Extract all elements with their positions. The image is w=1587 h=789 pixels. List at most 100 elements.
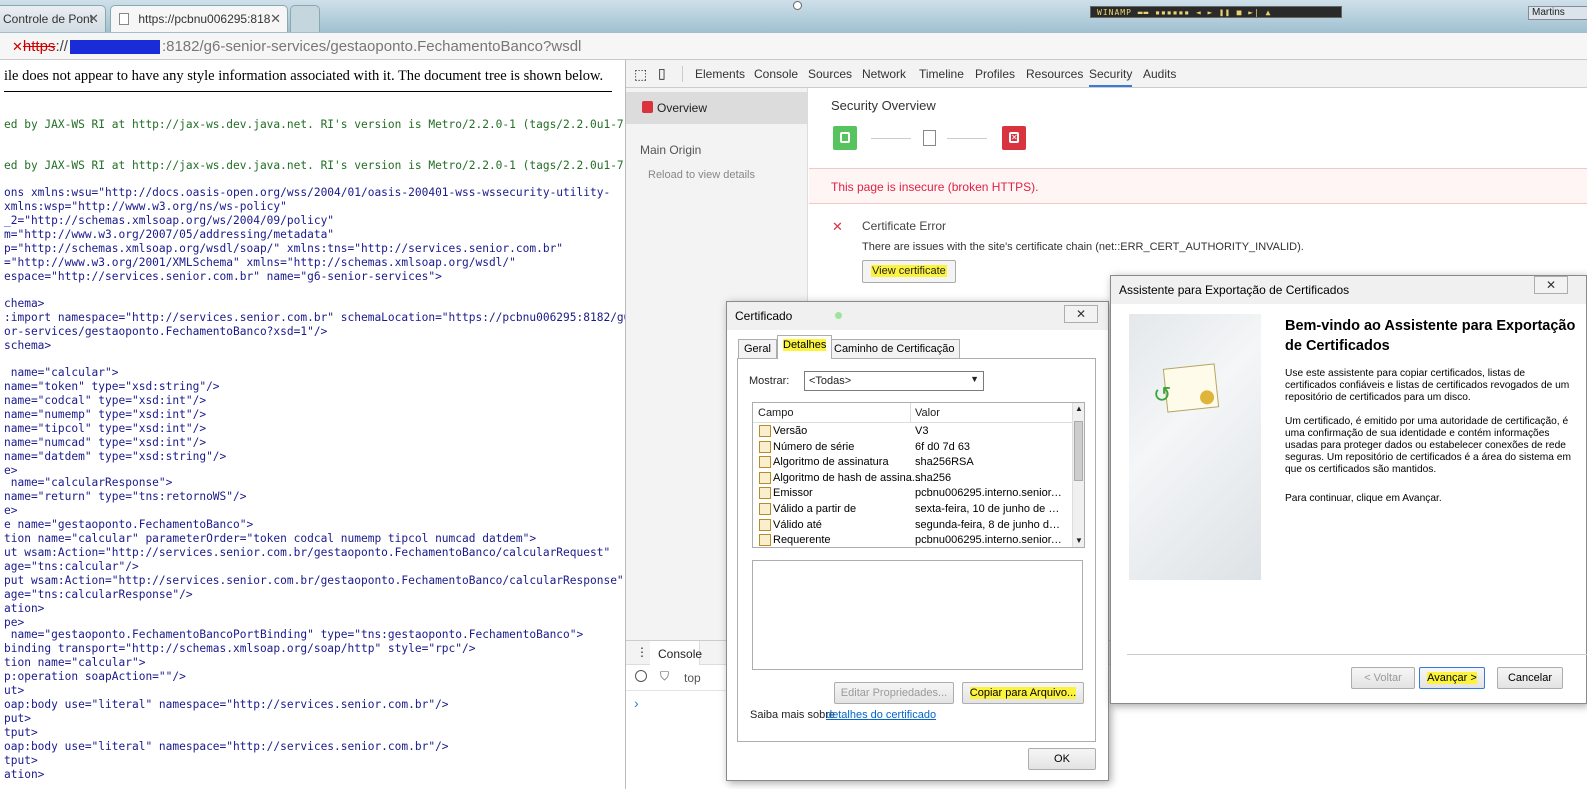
tab-current[interactable]: https://pcbnu006295:818 ✕ (110, 5, 288, 32)
page-icon (119, 13, 129, 25)
tab-detalhes[interactable]: Detalhes (777, 335, 833, 359)
field-name: Algoritmo de assinatura (773, 456, 889, 469)
tab-title: Controle de Pont (3, 12, 94, 26)
table-row[interactable]: Emissor pcbnu006295.interno.senior.c... (753, 487, 1072, 503)
field-name: Emissor (773, 487, 813, 500)
table-row[interactable]: Algoritmo de assinatura sha256RSA (753, 456, 1072, 472)
wizard-side-image: ↺ (1129, 314, 1261, 580)
tab-elements[interactable]: Elements (695, 67, 745, 81)
xml-line: e> (4, 504, 18, 517)
wizard-title: Assistente para Exportação de Certificad… (1119, 283, 1350, 297)
field-value: pcbnu006295.interno.senior.c... (915, 534, 1063, 547)
xml-line: ed by JAX-WS RI at http://jax-ws.dev.jav… (4, 159, 625, 172)
view-certificate-button[interactable]: View certificate (862, 260, 956, 283)
scrollbar[interactable]: ▲ ▼ (1072, 403, 1084, 547)
tab-resources[interactable]: Resources (1026, 67, 1083, 81)
url-scheme: https (22, 38, 56, 55)
xml-line: :import namespace="http://services.senio… (4, 311, 625, 324)
xml-line: schema> (4, 339, 52, 352)
lock-broken-icon (642, 101, 653, 113)
xml-line: name="codcal" type="xsd:int"/> (4, 394, 207, 407)
table-row[interactable]: Válido a partir de sexta-feira, 10 de jun… (753, 503, 1072, 519)
table-row[interactable]: Versão V3 (753, 425, 1072, 441)
tab-controle-de-ponto[interactable]: Controle de Pont ✕ (0, 5, 106, 32)
more-icon[interactable]: ⋮ (636, 645, 648, 659)
error-icon: ✕ (832, 219, 843, 234)
drag-handle (793, 1, 802, 10)
xml-line: tput> (4, 754, 38, 767)
table-row[interactable]: Algoritmo de hash de assina... sha256 (753, 472, 1072, 488)
fields-table[interactable]: Campo Valor Versão V3 Número de série 6f d0… (752, 402, 1085, 548)
show-select[interactable]: <Todas> ▼ (804, 371, 984, 391)
user-label: Martins (1528, 6, 1587, 20)
xml-line: ation> (4, 768, 45, 781)
inspect-icon[interactable]: ⬚ (634, 66, 647, 83)
page-title: Security Overview (831, 98, 936, 113)
scroll-down-icon[interactable]: ▼ (1075, 536, 1083, 545)
field-value: 6f d0 7d 63 (915, 440, 971, 453)
button-label: Avançar > (1427, 672, 1477, 684)
xml-line: name="tipcol" type="xsd:int"/> (4, 422, 207, 435)
clear-console-icon[interactable] (635, 670, 647, 682)
sidebar-item-overview[interactable]: Overview (626, 92, 808, 124)
tab-audits[interactable]: Audits (1143, 67, 1176, 81)
close-icon[interactable]: ✕ (88, 11, 99, 27)
url-field[interactable]: ✕https:// :8182/g6-senior-services/gestao… (12, 36, 581, 57)
tab-caminho[interactable]: Caminho de Certificação (828, 339, 961, 359)
close-button[interactable]: ✕ (1534, 276, 1568, 294)
tab-geral[interactable]: Geral (738, 339, 777, 359)
close-button[interactable]: ✕ (1064, 305, 1098, 323)
tab-sources[interactable]: Sources (808, 67, 852, 81)
device-mode-icon[interactable]: ▯ (658, 65, 666, 82)
cancel-button[interactable]: Cancelar (1497, 667, 1563, 689)
context-select[interactable]: top (684, 671, 701, 685)
tab-console[interactable]: Console (754, 67, 798, 81)
xml-line: name="datdem" type="xsd:string"/> (4, 450, 227, 463)
copy-to-file-button[interactable]: Copiar para Arquivo... (962, 682, 1084, 704)
insecure-icon[interactable]: ✕ (12, 39, 23, 54)
url-slashes: :// (55, 38, 68, 55)
seal-icon (1199, 389, 1215, 406)
table-row[interactable]: Requerente pcbnu006295.interno.senior.c..… (753, 534, 1072, 547)
xml-line: ut> (4, 684, 25, 697)
field-icon (759, 534, 771, 547)
new-tab-button[interactable] (290, 5, 320, 32)
field-name: Algoritmo de hash de assina... (773, 471, 921, 484)
close-icon[interactable]: ✕ (270, 11, 281, 27)
xml-line: ="http://www.w3.org/2001/XMLSchema" xmln… (4, 256, 516, 269)
xml-line: name="return" type="tns:retornoWS"/> (4, 490, 247, 503)
tab-console-drawer[interactable]: Console (650, 641, 702, 665)
address-bar[interactable]: ✕https:// :8182/g6-senior-services/gestao… (0, 33, 1587, 60)
url-path: :8182/g6-senior-services/gestaoponto.Fec… (161, 38, 582, 55)
field-icon (759, 518, 771, 531)
xml-line: ed by JAX-WS RI at http://jax-ws.dev.jav… (4, 118, 625, 131)
edit-properties-button[interactable]: Editar Propriedades... (834, 682, 954, 704)
ok-button[interactable]: OK (1028, 748, 1096, 770)
table-row[interactable]: Número de série 6f d0 7d 63 (753, 441, 1072, 457)
xml-line: espace="http://services.senior.com.br" n… (4, 270, 442, 283)
value-detail-box[interactable] (752, 560, 1083, 670)
field-icon (759, 440, 771, 453)
xml-line: put wsam:Action="http://services.senior.… (4, 574, 624, 587)
xml-line: name="numcad" type="xsd:int"/> (4, 436, 207, 449)
sidebar-main-origin: Main Origin (640, 143, 702, 157)
xml-line: tion name="calcular" parameterOrder="tok… (4, 532, 537, 545)
wizard-title-bar: Assistente para Exportação de Certificad… (1111, 276, 1586, 304)
console-prompt[interactable]: › (634, 695, 639, 711)
certificate-details-link[interactable]: detalhes do certificado (826, 709, 936, 721)
no-style-notice: ile does not appear to have any style in… (4, 68, 612, 92)
table-row[interactable]: Válido até segunda-feira, 8 de junho de .… (753, 519, 1072, 535)
export-wizard-dialog: Assistente para Exportação de Certificad… (1110, 275, 1587, 704)
wizard-heading: Bem-vindo ao Assistente para Exportação … (1285, 318, 1576, 354)
xml-line: age="tns:calcularResponse"/> (4, 588, 193, 601)
tab-profiles[interactable]: Profiles (975, 67, 1015, 81)
tab-security[interactable]: Security (1089, 67, 1133, 87)
next-button[interactable]: Avançar > (1419, 667, 1485, 689)
scroll-up-icon[interactable]: ▲ (1075, 404, 1083, 413)
tab-timeline[interactable]: Timeline (919, 67, 964, 81)
filter-icon[interactable]: ⛉ (660, 669, 669, 684)
tab-network[interactable]: Network (862, 67, 906, 81)
back-button[interactable]: < Voltar (1351, 667, 1415, 689)
scroll-thumb[interactable] (1074, 421, 1083, 481)
field-icon (759, 503, 771, 516)
